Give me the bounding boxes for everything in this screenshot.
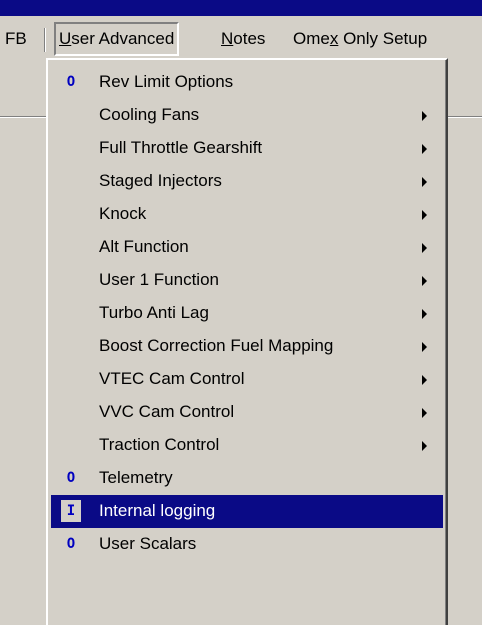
menu-item-staged-injectors[interactable]: Staged Injectors [51,165,443,198]
submenu-arrow-icon [422,177,427,187]
menu-notes[interactable]: Notes [218,22,268,56]
menu-item-vtec-cam-control[interactable]: VTEC Cam Control [51,363,443,396]
user-advanced-dropdown: O Rev Limit Options Cooling Fans Full Th… [46,58,448,625]
menu-item-label: Turbo Anti Lag [99,303,209,322]
menu-item-alt-function[interactable]: Alt Function [51,231,443,264]
menu-item-rev-limit-options[interactable]: O Rev Limit Options [51,66,443,99]
app-window: FB User Advanced Notes Omex Only Setup O… [0,0,482,625]
menu-item-label: Alt Function [99,237,189,256]
menu-item-label: VTEC Cam Control [99,369,245,388]
menu-item-label: Boost Correction Fuel Mapping [99,336,334,355]
workspace-divider-left [0,116,46,118]
menu-item-internal-logging[interactable]: I Internal logging [51,495,443,528]
menu-item-label: Cooling Fans [99,105,200,124]
menu-item-user-1-function[interactable]: User 1 Function [51,264,443,297]
menu-item-label: Internal logging [99,501,216,520]
menu-item-label: User Scalars [99,534,197,553]
option-o-icon: O [66,536,76,552]
title-bar [0,0,482,16]
menu-item-label: Traction Control [99,435,220,454]
menu-item-user-scalars[interactable]: O User Scalars [51,528,443,561]
menu-fb[interactable]: FB [2,22,30,56]
menu-item-label: Full Throttle Gearshift [99,138,263,157]
submenu-arrow-icon [422,276,427,286]
submenu-arrow-icon [422,309,427,319]
menu-item-full-throttle-gearshift[interactable]: Full Throttle Gearshift [51,132,443,165]
submenu-arrow-icon [422,342,427,352]
menu-omex-part2: Only Setup [338,29,428,48]
submenu-arrow-icon [422,375,427,385]
menu-item-vvc-cam-control[interactable]: VVC Cam Control [51,396,443,429]
menu-bar: FB User Advanced Notes Omex Only Setup [0,16,482,60]
menu-notes-mnemonic: N [221,29,234,48]
menu-item-boost-correction-fuel-mapping[interactable]: Boost Correction Fuel Mapping [51,330,443,363]
menu-omex-only-setup[interactable]: Omex Only Setup [290,22,430,56]
menu-user-advanced[interactable]: User Advanced [54,22,180,56]
menu-user-advanced-rest: ser Advanced [71,29,175,48]
submenu-arrow-icon [422,144,427,154]
menu-item-knock[interactable]: Knock [51,198,443,231]
submenu-arrow-icon [422,441,427,451]
menu-omex-part1: Ome [293,29,330,48]
menu-item-label: Knock [99,204,147,223]
menu-item-label: Rev Limit Options [99,72,234,91]
option-o-icon: O [66,74,76,90]
menu-item-label: User 1 Function [99,270,219,289]
menu-item-traction-control[interactable]: Traction Control [51,429,443,462]
menu-user-advanced-mnemonic: U [59,29,72,48]
menu-item-cooling-fans[interactable]: Cooling Fans [51,99,443,132]
menu-notes-rest: otes [233,29,266,48]
submenu-arrow-icon [422,408,427,418]
menu-item-label: Staged Injectors [99,171,222,190]
option-i-icon: I [61,500,81,522]
menubar-separator [44,28,46,52]
option-o-icon: O [66,470,76,486]
submenu-arrow-icon [422,243,427,253]
menu-item-turbo-anti-lag[interactable]: Turbo Anti Lag [51,297,443,330]
submenu-arrow-icon [422,210,427,220]
workspace-divider-right [448,116,482,118]
menu-item-label: Telemetry [99,468,173,487]
menu-item-label: VVC Cam Control [99,402,235,421]
submenu-arrow-icon [422,111,427,121]
menu-item-telemetry[interactable]: O Telemetry [51,462,443,495]
